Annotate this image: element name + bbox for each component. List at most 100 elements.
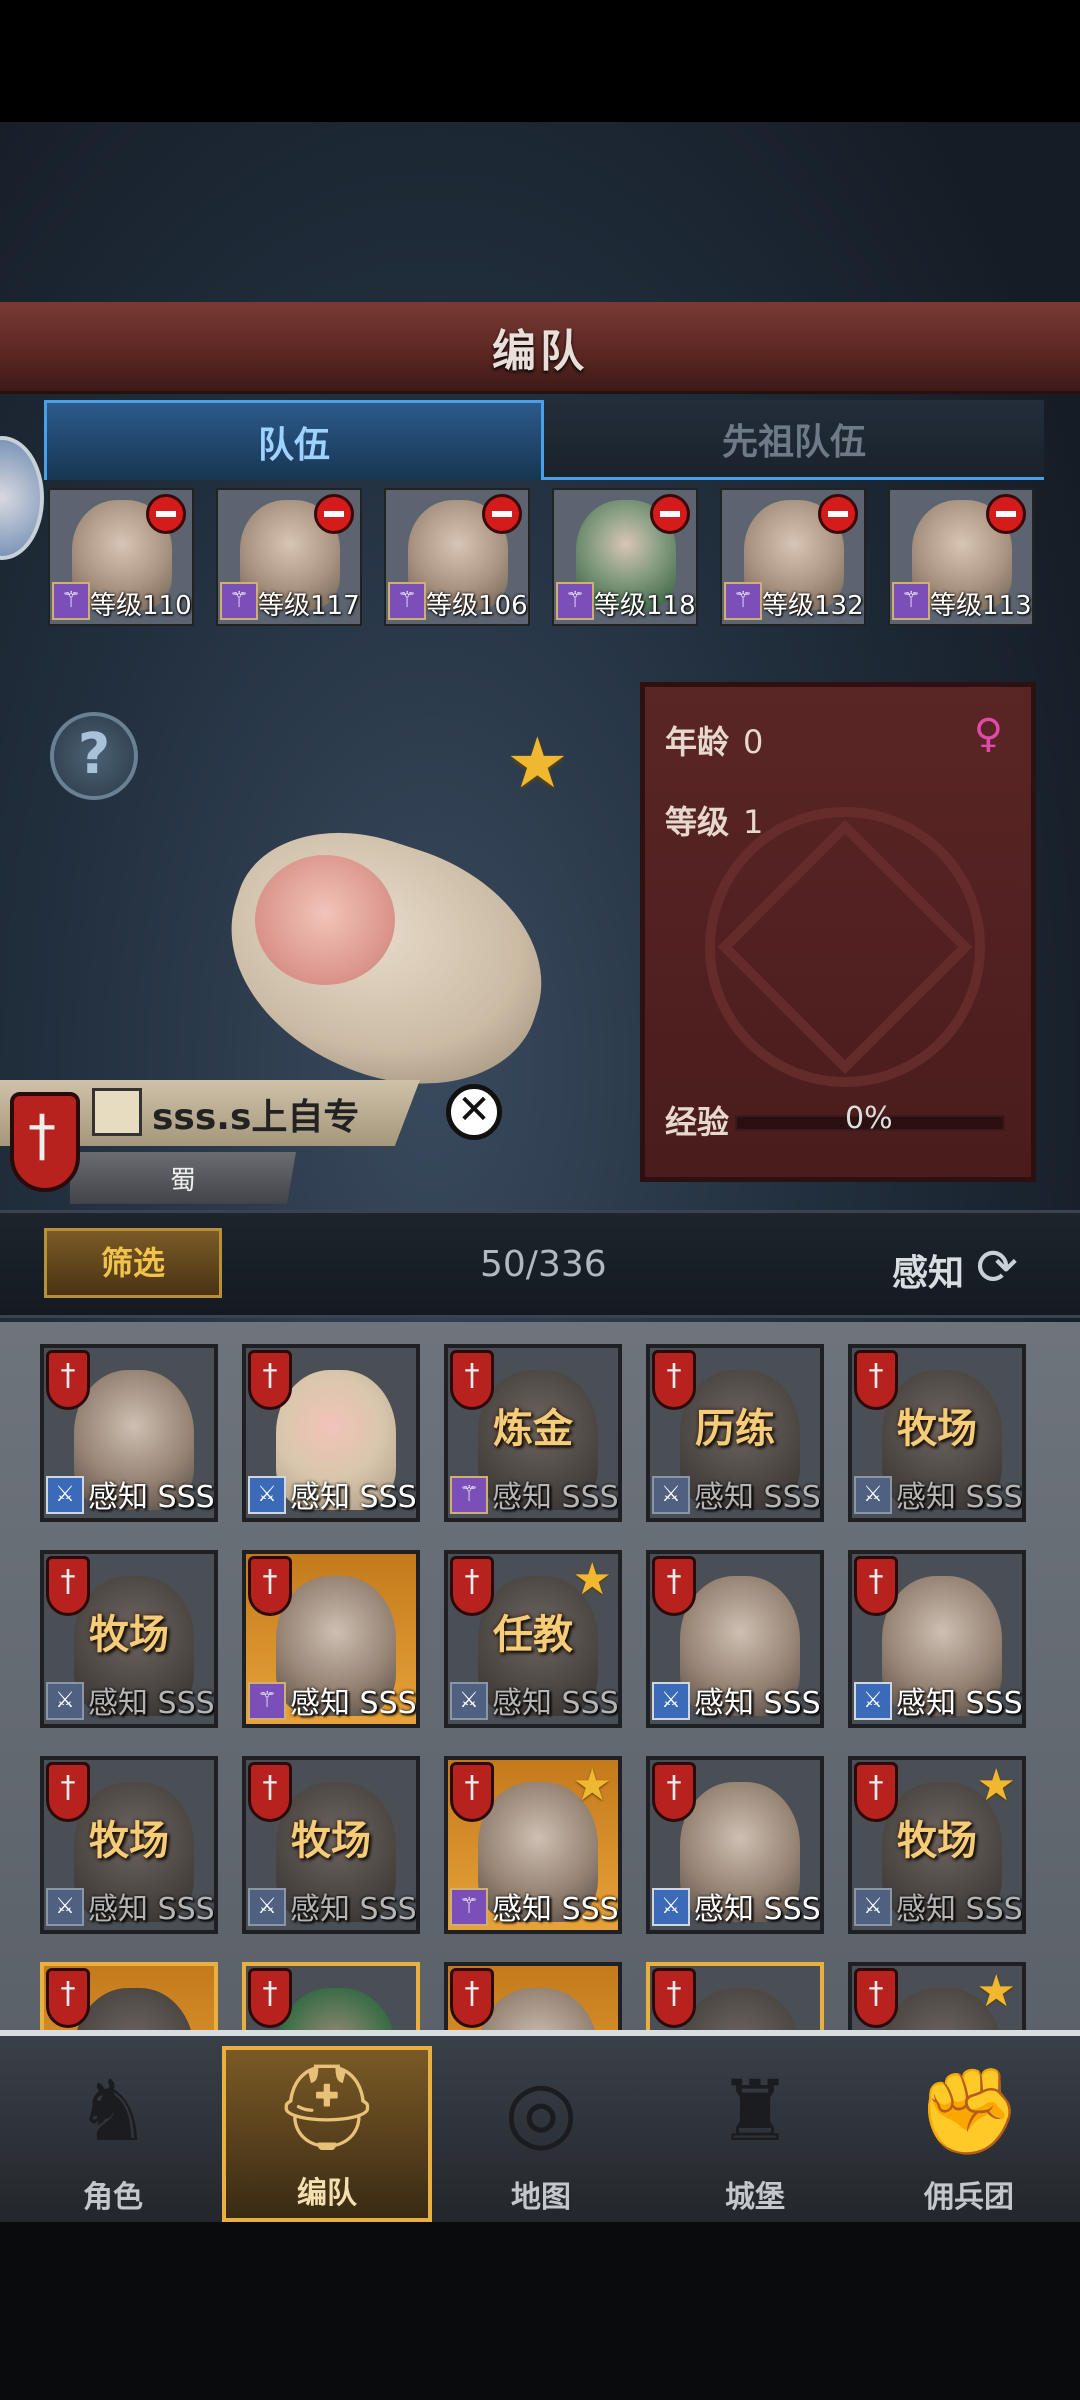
remove-icon[interactable] xyxy=(314,494,354,534)
remove-icon[interactable] xyxy=(986,494,1026,534)
nav-map-label: 地图 xyxy=(511,2180,571,2215)
roster-card[interactable]: † ★ ⚚ 感知 SSS xyxy=(444,1756,622,1934)
member-level: 等级132 xyxy=(762,591,864,621)
question-icon[interactable]: ? xyxy=(50,712,138,800)
card-stat: 感知 SSS xyxy=(290,1686,417,1721)
compass-icon: ◎ xyxy=(504,2062,578,2160)
team-member[interactable]: ⚚ 等级106 xyxy=(384,488,530,626)
card-job: 牧场 xyxy=(291,1818,371,1864)
female-gender-icon: ♀ xyxy=(973,711,1003,757)
staff-class-icon: ⚚ xyxy=(724,582,762,620)
status-bar-area xyxy=(0,0,1080,122)
age-value: 0 xyxy=(743,723,764,761)
card-stat: 感知 SSS xyxy=(492,1686,619,1721)
roster-card[interactable]: † 牧场 ⚔ 感知 SSS xyxy=(848,1344,1026,1522)
character-name[interactable]: sss.s上自专 xyxy=(152,1088,359,1140)
sword-class-icon: ⚔ xyxy=(248,1476,286,1514)
faction-tag: 蜀 xyxy=(70,1152,296,1204)
card-stat: 感知 SSS xyxy=(88,1892,215,1927)
knight-icon: ♞ xyxy=(75,2062,151,2160)
card-job: 牧场 xyxy=(89,1612,169,1658)
star-icon: ★ xyxy=(976,1760,1016,1811)
team-member[interactable]: ⚚ 等级110 xyxy=(48,488,194,626)
card-stat: 感知 SSS xyxy=(290,1480,417,1515)
character-portrait xyxy=(197,801,573,1119)
nav-mercenary[interactable]: ✊ 佣兵团 xyxy=(864,2046,1074,2222)
roster-card[interactable]: † ⚔ 感知 SSS xyxy=(848,1550,1026,1728)
roster-card[interactable]: † ⚔ 感知 SSS xyxy=(40,1344,218,1522)
roster-card[interactable]: † ★ 任教 ⚔ 感知 SSS xyxy=(444,1550,622,1728)
roster-card[interactable]: † ⚔ 感知 SSS xyxy=(646,1550,824,1728)
card-stat: 感知 SSS xyxy=(694,1686,821,1721)
roster-card[interactable]: † ★ 牧场 ⚔ 感知 SSS xyxy=(848,1756,1026,1934)
team-member[interactable]: ⚚ 等级117 xyxy=(216,488,362,626)
close-icon[interactable]: ✕ xyxy=(446,1084,502,1140)
roster-card[interactable]: † 牧场 ⚔ 感知 SSS xyxy=(242,1756,420,1934)
nav-formation[interactable]: ⛑ 编队 xyxy=(222,2046,432,2222)
card-job: 牧场 xyxy=(897,1818,977,1864)
shield-sword-icon xyxy=(10,1092,80,1192)
nav-map[interactable]: ◎ 地图 xyxy=(436,2046,646,2222)
card-stat: 感知 SSS xyxy=(896,1686,1023,1721)
level-label: 等级 xyxy=(665,803,730,841)
staff-class-icon: ⚚ xyxy=(220,582,258,620)
shield-sword-icon: † xyxy=(652,1762,696,1822)
tab-team[interactable]: 队伍 xyxy=(44,400,544,480)
shield-sword-icon: † xyxy=(652,1556,696,1616)
helmet-icon: ⛑ xyxy=(273,2057,381,2156)
roster-card[interactable]: † ⚔ 感知 SSS xyxy=(646,1756,824,1934)
bottom-area xyxy=(0,2222,1080,2400)
nav-character[interactable]: ♞ 角色 xyxy=(8,2046,218,2222)
remove-icon[interactable] xyxy=(482,494,522,534)
nav-formation-label: 编队 xyxy=(297,2176,357,2211)
staff-class-icon: ⚚ xyxy=(248,1682,286,1720)
title-banner: 编队 xyxy=(0,302,1080,394)
bottom-nav: ♞ 角色 ⛑ 编队 ◎ 地图 ♜ 城堡 ✊ 佣兵团 xyxy=(0,2030,1080,2222)
member-level: 等级110 xyxy=(90,591,192,621)
shield-sword-icon: † xyxy=(248,1350,292,1410)
nav-mercenary-label: 佣兵团 xyxy=(924,2180,1014,2215)
exp-label: 经验 xyxy=(665,1103,730,1141)
roster-card[interactable]: † 牧场 ⚔ 感知 SSS xyxy=(40,1756,218,1934)
roster-card[interactable]: † ⚚ 感知 SSS xyxy=(242,1550,420,1728)
sword-class-icon: ⚔ xyxy=(854,1682,892,1720)
shield-sword-icon: † xyxy=(46,1968,90,2028)
team-member[interactable]: ⚚ 等级113 xyxy=(888,488,1034,626)
tab-ancestor-team[interactable]: 先祖队伍 xyxy=(544,400,1044,480)
roster-card[interactable]: † ⚔ 感知 SSS xyxy=(242,1344,420,1522)
card-stat: 感知 SSS xyxy=(896,1892,1023,1927)
staff-class-icon: ⚚ xyxy=(892,582,930,620)
filter-button[interactable]: 筛选 xyxy=(44,1228,222,1298)
shield-sword-icon: † xyxy=(652,1968,696,2028)
refresh-icon[interactable]: ⟳ xyxy=(976,1238,1018,1296)
roster-card[interactable]: † 炼金 ⚚ 感知 SSS xyxy=(444,1344,622,1522)
staff-class-icon: ⚚ xyxy=(556,582,594,620)
remove-icon[interactable] xyxy=(146,494,186,534)
castle-icon: ♜ xyxy=(717,2062,793,2160)
remove-icon[interactable] xyxy=(818,494,858,534)
nav-castle-label: 城堡 xyxy=(725,2180,785,2215)
sword-class-icon: ⚔ xyxy=(652,1888,690,1926)
nav-castle[interactable]: ♜ 城堡 xyxy=(650,2046,860,2222)
info-panel: 年龄 0 ♀ 等级 1 经验 0% xyxy=(640,682,1036,1182)
team-members-row: ⚚ 等级110 ⚚ 等级117 ⚚ 等级106 ⚚ 等级118 ⚚ 等级132 … xyxy=(48,488,1038,628)
team-member[interactable]: ⚚ 等级118 xyxy=(552,488,698,626)
member-level: 等级113 xyxy=(930,591,1032,621)
card-stat: 感知 SSS xyxy=(88,1480,215,1515)
card-stat: 感知 SSS xyxy=(492,1892,619,1927)
page-title: 编队 xyxy=(492,325,588,377)
card-job: 炼金 xyxy=(493,1406,573,1452)
level-value: 1 xyxy=(743,803,764,841)
sword-class-icon: ⚔ xyxy=(46,1476,84,1514)
pen-icon[interactable] xyxy=(92,1088,142,1136)
shield-sword-icon: † xyxy=(248,1968,292,2028)
sword-class-icon: ⚔ xyxy=(46,1888,84,1926)
roster-grid: † ⚔ 感知 SSS † ⚔ 感知 SSS † 炼金 ⚚ 感知 SSS † 历练… xyxy=(0,1322,1080,2140)
blanket xyxy=(197,801,573,1119)
sort-label[interactable]: 感知 xyxy=(892,1244,964,1296)
roster-card[interactable]: † 历练 ⚔ 感知 SSS xyxy=(646,1344,824,1522)
remove-icon[interactable] xyxy=(650,494,690,534)
exp-value: 0% xyxy=(845,1101,893,1136)
team-member[interactable]: ⚚ 等级132 xyxy=(720,488,866,626)
roster-card[interactable]: † 牧场 ⚔ 感知 SSS xyxy=(40,1550,218,1728)
